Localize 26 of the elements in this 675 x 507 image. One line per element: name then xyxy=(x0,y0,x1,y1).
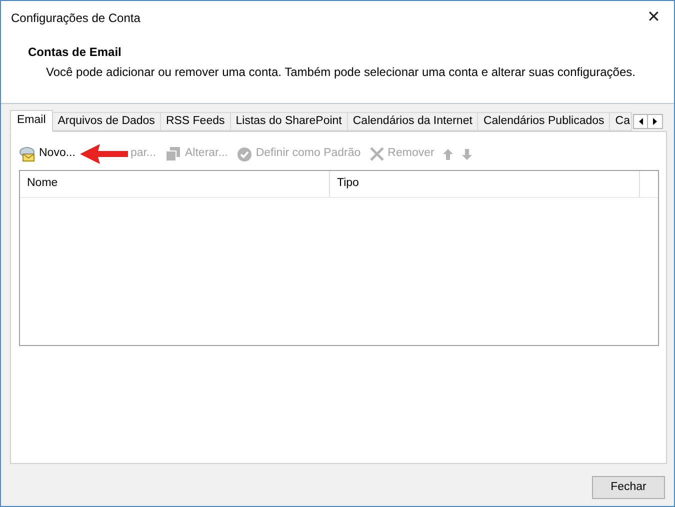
tab[interactable]: Listas do SharePoint xyxy=(230,112,348,131)
tab[interactable]: Arquivos de Dados xyxy=(52,112,161,131)
annotation-arrow xyxy=(80,142,128,166)
section-title: Contas de Email xyxy=(28,44,122,61)
x-icon xyxy=(370,147,384,161)
tab[interactable]: Calendários Publicados xyxy=(478,112,610,131)
left-triangle-icon xyxy=(638,118,643,125)
toolbar-button[interactable]: Novo... xyxy=(19,145,76,163)
column-header[interactable]: Tipo xyxy=(330,171,640,197)
envelope-icon xyxy=(19,146,35,162)
tab[interactable]: Email xyxy=(10,110,53,132)
tab[interactable]: RSS Feeds xyxy=(160,112,231,131)
right-triangle-icon xyxy=(653,118,658,125)
close-dialog-button[interactable]: Fechar xyxy=(592,476,665,499)
arrow-down-icon xyxy=(462,148,472,160)
window-title: Configurações de Conta xyxy=(11,10,140,27)
arrow-up-icon xyxy=(443,148,454,160)
column-header[interactable]: Nome xyxy=(20,171,330,197)
scroll-left-button[interactable] xyxy=(633,114,648,129)
tab[interactable]: Calendários da Internet xyxy=(348,112,478,131)
section-description: Você pode adicionar ou remover uma conta. Também pode selecionar uma conta e alterar suas configurações. xyxy=(45,64,636,81)
tab[interactable]: Ca xyxy=(610,112,632,131)
close-button[interactable]: ✕ xyxy=(643,10,664,26)
scroll-right-button[interactable] xyxy=(648,114,664,129)
checkmark-icon xyxy=(236,146,252,162)
documents-icon xyxy=(165,146,182,162)
